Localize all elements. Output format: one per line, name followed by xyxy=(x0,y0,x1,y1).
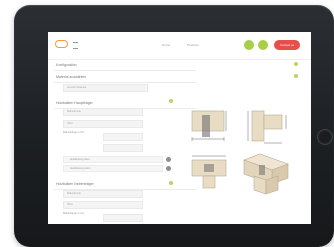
section-title: Holzbalken Nebenträger xyxy=(56,182,94,186)
section-material[interactable]: Material auswählen xyxy=(54,71,196,83)
section-title: Konfiguration xyxy=(56,63,77,67)
status-dot xyxy=(294,62,298,66)
field-label: Balkenlänge in mm xyxy=(63,131,85,134)
main-width-input[interactable]: Balkenbreite xyxy=(63,108,143,116)
tablet-frame: Home Products Contact us Konfiguration M… xyxy=(14,5,334,247)
field-label: Balkenlänge in mm xyxy=(63,212,85,215)
menu-icon[interactable] xyxy=(73,42,78,49)
section-title: Material auswählen xyxy=(56,75,87,79)
main-length-input[interactable] xyxy=(103,133,143,141)
contact-button[interactable]: Contact us xyxy=(274,40,300,50)
info-icon[interactable] xyxy=(166,157,171,162)
section-title: Holzbalken Hauptträger xyxy=(56,101,93,105)
info-icon[interactable] xyxy=(166,166,171,171)
side-height-input[interactable]: Höhe xyxy=(63,201,143,209)
checkbox-bottom-notch[interactable]: Ausklinkung unten xyxy=(63,165,163,172)
main-height-input[interactable]: Höhe xyxy=(63,120,143,128)
3d-view-drawing xyxy=(243,153,289,195)
side-length-input[interactable] xyxy=(103,214,143,222)
tablet-screen: Home Products Contact us Konfiguration M… xyxy=(48,32,311,224)
settings-button[interactable] xyxy=(258,40,268,50)
top-view-drawing xyxy=(191,155,227,189)
nav-link-products[interactable]: Products xyxy=(187,43,199,47)
section-side-beam[interactable]: Holzbalken Nebenträger xyxy=(54,178,196,190)
front-view-drawing xyxy=(191,110,227,141)
status-dot xyxy=(294,74,298,78)
checkbox-top-notch[interactable]: Ausklinkung oben xyxy=(63,156,163,163)
status-dot xyxy=(169,99,173,103)
user-button[interactable] xyxy=(244,40,254,50)
material-select[interactable]: Auswahl Material xyxy=(63,84,148,92)
side-width-input[interactable]: Balkenbreite xyxy=(63,190,143,198)
home-button[interactable] xyxy=(317,129,333,145)
side-view-drawing xyxy=(247,110,287,144)
nav-link-home[interactable]: Home xyxy=(162,43,170,47)
section-configuration[interactable]: Konfiguration xyxy=(54,59,196,71)
logo-icon[interactable] xyxy=(55,40,68,48)
status-dot xyxy=(169,181,173,185)
app-header: Home Products Contact us xyxy=(48,32,311,60)
main-extra-input[interactable] xyxy=(103,144,143,152)
